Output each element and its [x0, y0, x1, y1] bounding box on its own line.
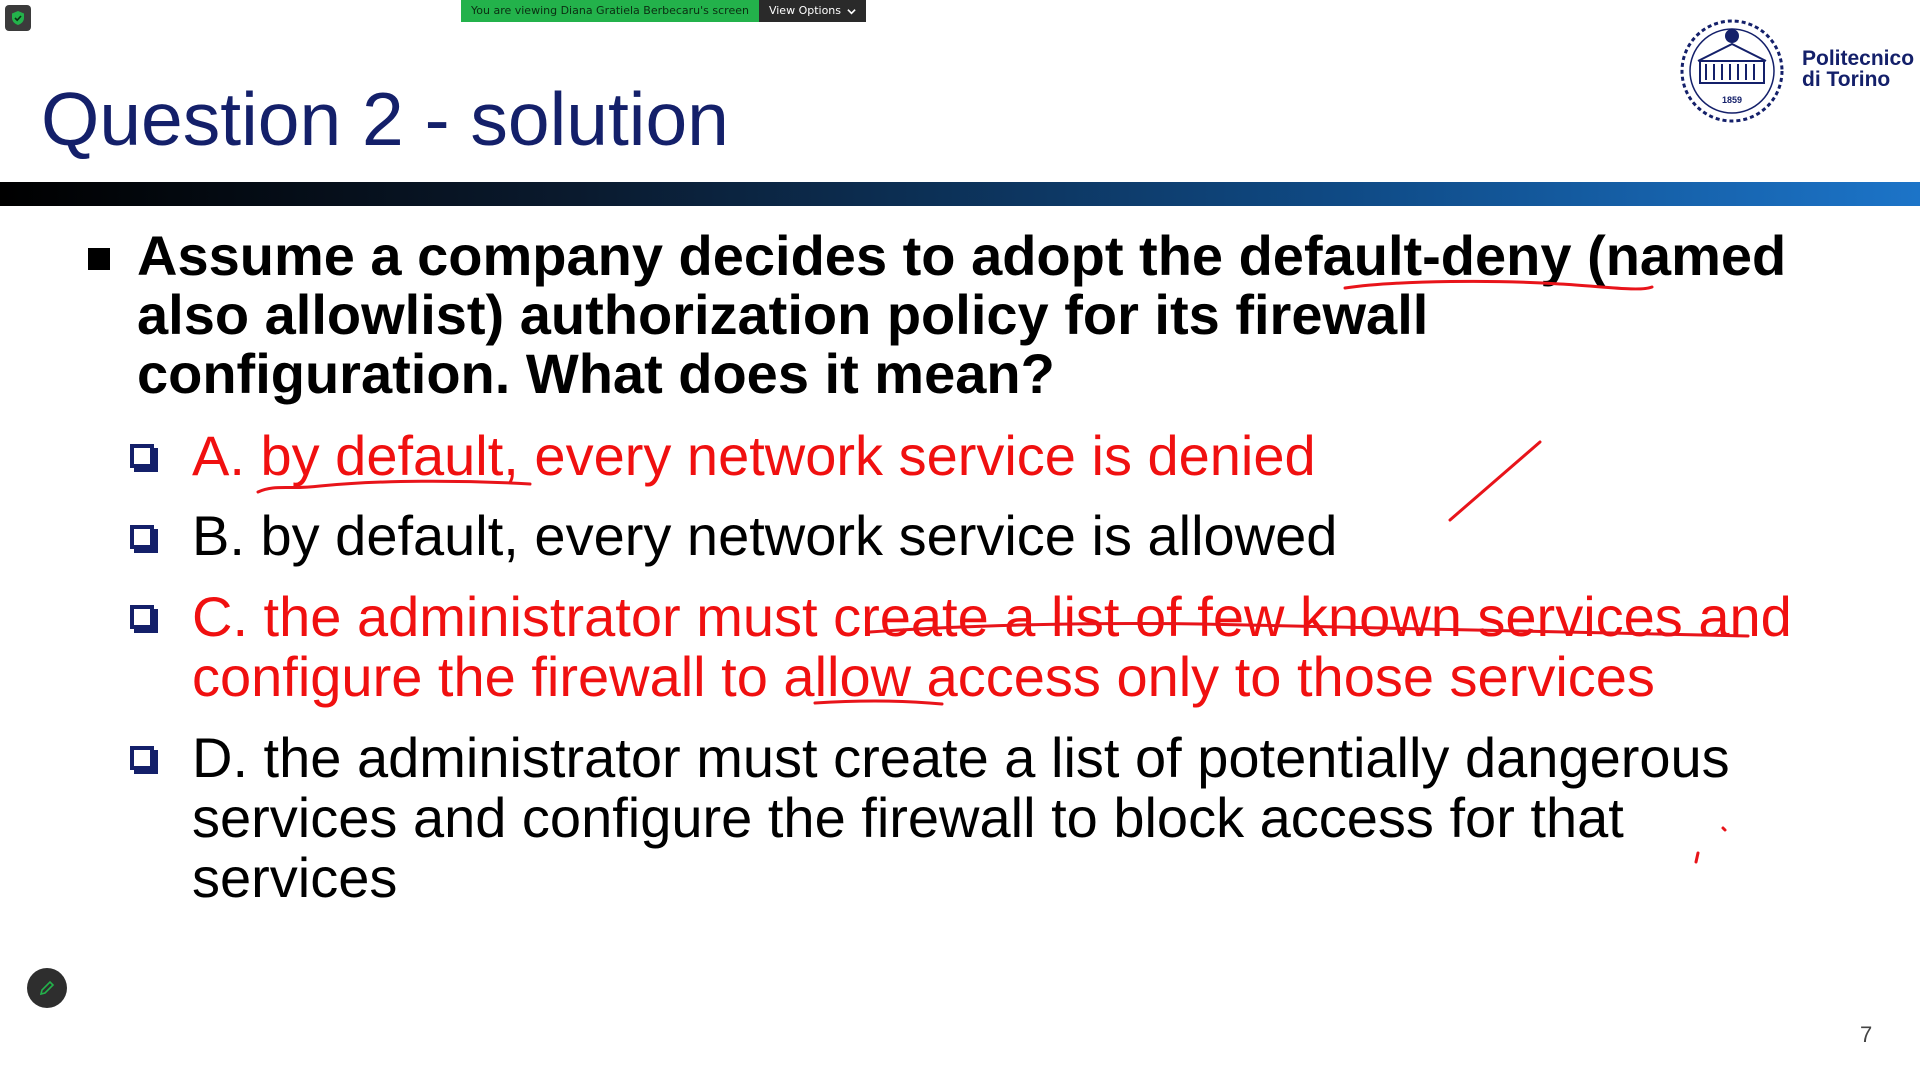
logo-line2: di Torino [1802, 68, 1891, 91]
view-options-label: View Options [768, 4, 842, 17]
pencil-icon [39, 980, 55, 996]
option-checkbox [130, 605, 154, 629]
option-checkbox [130, 746, 154, 770]
security-status-button[interactable] [5, 5, 31, 31]
option-d-line: services and configure the firewall to b… [192, 786, 1624, 849]
screen-share-banner: You are viewing Diana Gratiela Berbecaru… [461, 0, 867, 22]
header-divider-band [0, 182, 1920, 206]
view-options-button[interactable]: View Options [758, 0, 867, 22]
option-checkbox [130, 444, 154, 468]
option-b-line: B. by default, every network service is … [192, 504, 1338, 567]
question-line: also allowlist) authorization policy for… [137, 283, 1429, 346]
option-c-line: C. the administrator must create a list … [192, 585, 1792, 648]
option-a-line: A. by default, every network service is … [192, 424, 1316, 487]
question-line: configuration. What does it mean? [137, 342, 1055, 405]
option-d-line: D. the administrator must create a list … [192, 726, 1730, 789]
slide-title: Question 2 - solution [41, 77, 729, 161]
option-d-line: services [192, 846, 398, 909]
university-logo: 1859 Politecnico di Torino [1672, 16, 1914, 126]
small-mark [1694, 851, 1700, 864]
chevron-down-icon [847, 8, 856, 14]
checkmark [1448, 440, 1542, 522]
logo-year: 1859 [1722, 95, 1742, 105]
annotate-button[interactable] [27, 968, 67, 1008]
viewing-label: You are viewing Diana Gratiela Berbecaru… [461, 0, 759, 22]
logo-line1: Politecnico [1802, 47, 1915, 70]
page-number: 7 [1860, 1022, 1873, 1047]
small-dot [1721, 826, 1727, 832]
option-checkbox [130, 525, 154, 549]
bullet-square [88, 248, 110, 270]
option-c-line: configure the firewall to allow access o… [192, 645, 1655, 708]
question-line: Assume a company decides to adopt the de… [137, 224, 1787, 287]
shield-check-icon [12, 11, 24, 25]
logo-wordmark: Politecnico di Torino [1802, 48, 1914, 90]
university-seal-icon: 1859 [1680, 19, 1784, 123]
